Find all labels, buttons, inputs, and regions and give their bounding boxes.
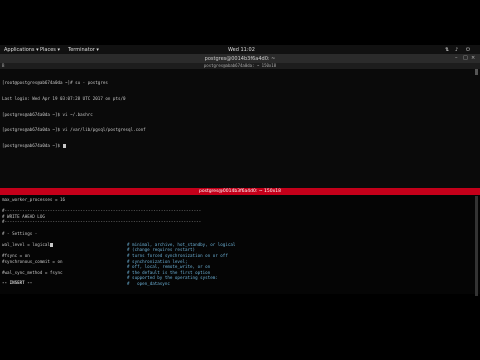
clock[interactable]: Wed 11:02 xyxy=(228,47,255,53)
places-menu[interactable]: Places ▾ xyxy=(40,47,60,53)
volume-icon[interactable]: ♪ xyxy=(455,47,458,53)
config-comment: # turns forced synchronization on or off xyxy=(127,253,228,258)
scrollbar[interactable] xyxy=(475,69,478,75)
vim-mode-indicator: -- INSERT -- xyxy=(2,280,33,285)
config-comment: # open_datasync xyxy=(127,281,170,286)
text-cursor xyxy=(62,143,66,149)
vim-line: max_worker_processes = 16 xyxy=(2,197,66,202)
vim-line: #---------------------------------------… xyxy=(2,208,202,214)
vim-line: #---------------------------------------… xyxy=(2,219,202,225)
vim-line: #synchronous_commit = on xyxy=(2,258,63,264)
minimize-icon[interactable]: – xyxy=(455,55,458,61)
terminal-line: [root@postgres@ab674a0da ~]# su - postgr… xyxy=(2,80,108,86)
vim-line: wal_level = logical xyxy=(2,242,53,248)
close-icon[interactable]: × xyxy=(471,55,475,61)
scrollbar[interactable] xyxy=(475,196,478,296)
config-comment: # off, local, remote_write, or on xyxy=(127,264,211,270)
config-comment: # (change requires restart) xyxy=(127,247,196,253)
active-terminal-titlebar[interactable]: postgres@0014b3f6a4d0: ~ 150x18 xyxy=(0,188,480,195)
vim-line: #wal_sync_method = fsync xyxy=(2,269,63,275)
terminal-tab-bar[interactable]: B postgres@abab674a0da: ~ 150x18 xyxy=(0,63,480,69)
prompt-text: [postgres@ab674a0da ~]$ xyxy=(2,142,63,148)
terminator-menu[interactable]: Terminator ▾ xyxy=(68,47,99,53)
terminal-line: [postgres@ab674a0da ~]$ xyxy=(2,142,146,149)
terminal-window-top[interactable]: postgres@0014b3f6a4d0: ~ – □ × B postgre… xyxy=(0,54,480,196)
active-terminal-title: postgres@0014b3f6a4d0: ~ 150x18 xyxy=(198,189,282,194)
terminal-subtitle: postgres@abab674a0da: ~ 150x18 xyxy=(203,63,277,68)
config-comment: # minimal, archive, hot_standby, or logi… xyxy=(127,241,236,247)
terminal-output-top[interactable]: [root@postgres@ab674a0da ~]# su - postgr… xyxy=(2,70,146,159)
config-comment: # the default is the first option xyxy=(127,269,211,275)
vim-line: # - Settings - xyxy=(2,230,38,236)
config-comment: # synchronization level; xyxy=(127,258,188,264)
window-title: postgres@0014b3f6a4d0: ~ xyxy=(204,55,276,62)
window-titlebar[interactable]: postgres@0014b3f6a4d0: ~ – □ × xyxy=(0,54,480,63)
vim-line: # WRITE AHEAD LOG xyxy=(2,213,45,219)
vim-line: #fsync = on xyxy=(2,253,30,258)
desktop-screen: Applications ▾ Places ▾ Terminator ▾ Wed… xyxy=(0,45,480,315)
network-icon[interactable]: ⇅ xyxy=(445,47,449,53)
text-cursor xyxy=(49,242,53,248)
maximize-icon[interactable]: □ xyxy=(463,55,468,61)
power-icon[interactable]: ⏻ xyxy=(466,47,470,53)
terminal-line: Last login: Wed Apr 19 03:07:28 UTC 2017… xyxy=(2,96,126,102)
terminal-window-bottom[interactable]: postgres@0014b3f6a4d0: ~ 150x18 max_work… xyxy=(0,188,480,296)
config-comment: # supported by the operating system: xyxy=(127,275,218,281)
top-panel: Applications ▾ Places ▾ Terminator ▾ Wed… xyxy=(0,45,480,54)
applications-menu[interactable]: Applications ▾ xyxy=(4,47,39,53)
terminal-line: [postgres@ab674a0da ~]$ vi ~/.bashrc xyxy=(2,111,93,117)
terminal-line: [postgres@ab674a0da ~]$ vi /var/lib/pgsq… xyxy=(2,127,146,133)
